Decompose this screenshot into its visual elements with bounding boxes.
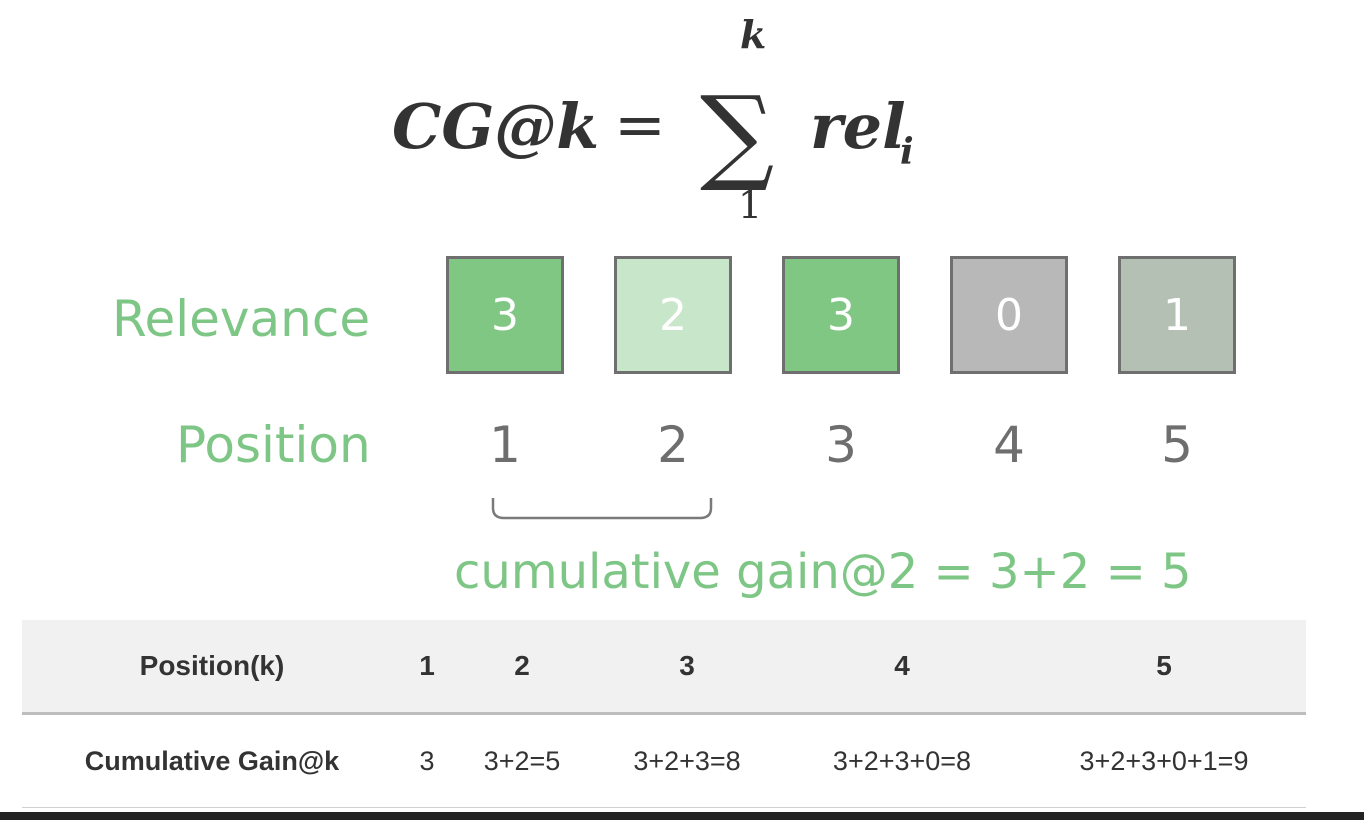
relevance-box-2: 2 <box>614 256 732 374</box>
table-cell: 3+2+3+0+1=9 <box>1022 713 1306 808</box>
relevance-box-5: 1 <box>1118 256 1236 374</box>
relevance-box-1: 3 <box>446 256 564 374</box>
formula-subscript: i <box>900 131 914 173</box>
formula-term: rel <box>810 90 906 163</box>
cumulative-gain-table: Position(k) 1 2 3 4 5 Cumulative Gain@k … <box>22 620 1306 808</box>
bracket-positions-1-2 <box>491 498 713 520</box>
cg-formula: CG@k = ∑ k 1 rel i <box>392 12 914 227</box>
position-number-3: 3 <box>825 416 857 474</box>
relevance-box-4: 0 <box>950 256 1068 374</box>
table-header-cell: Position(k) <box>22 620 402 715</box>
bottom-edge-bar <box>0 812 1364 820</box>
formula-sigma: ∑ <box>700 73 774 195</box>
table-header-cell: 4 <box>782 620 1022 715</box>
position-number-2: 2 <box>657 416 689 474</box>
relevance-box-3: 3 <box>782 256 900 374</box>
position-number-1: 1 <box>489 416 521 474</box>
table-cell: 3+2+3=8 <box>592 713 782 808</box>
formula-upper-limit: k <box>740 12 766 57</box>
relevance-label: Relevance <box>112 290 371 348</box>
table-header-cell: 5 <box>1022 620 1306 715</box>
formula-equals: = <box>614 88 666 161</box>
table-header-cell: 3 <box>592 620 782 715</box>
table-cell: 3 <box>402 713 452 808</box>
formula-lhs: CG@k <box>392 90 599 163</box>
position-number-4: 4 <box>993 416 1025 474</box>
position-number-5: 5 <box>1161 416 1193 474</box>
position-label: Position <box>176 416 371 474</box>
table-row: Cumulative Gain@k 3 3+2=5 3+2+3=8 3+2+3+… <box>22 713 1306 808</box>
table-row-header: Cumulative Gain@k <box>22 713 402 808</box>
table-cell: 3+2=5 <box>452 713 592 808</box>
table-header-row: Position(k) 1 2 3 4 5 <box>22 620 1306 715</box>
bracket-caption: cumulative gain@2 = 3+2 = 5 <box>454 544 1192 600</box>
table-cell: 3+2+3+0=8 <box>782 713 1022 808</box>
table-header-cell: 1 <box>402 620 452 715</box>
formula-lower-limit: 1 <box>738 183 762 227</box>
table-header-cell: 2 <box>452 620 592 715</box>
